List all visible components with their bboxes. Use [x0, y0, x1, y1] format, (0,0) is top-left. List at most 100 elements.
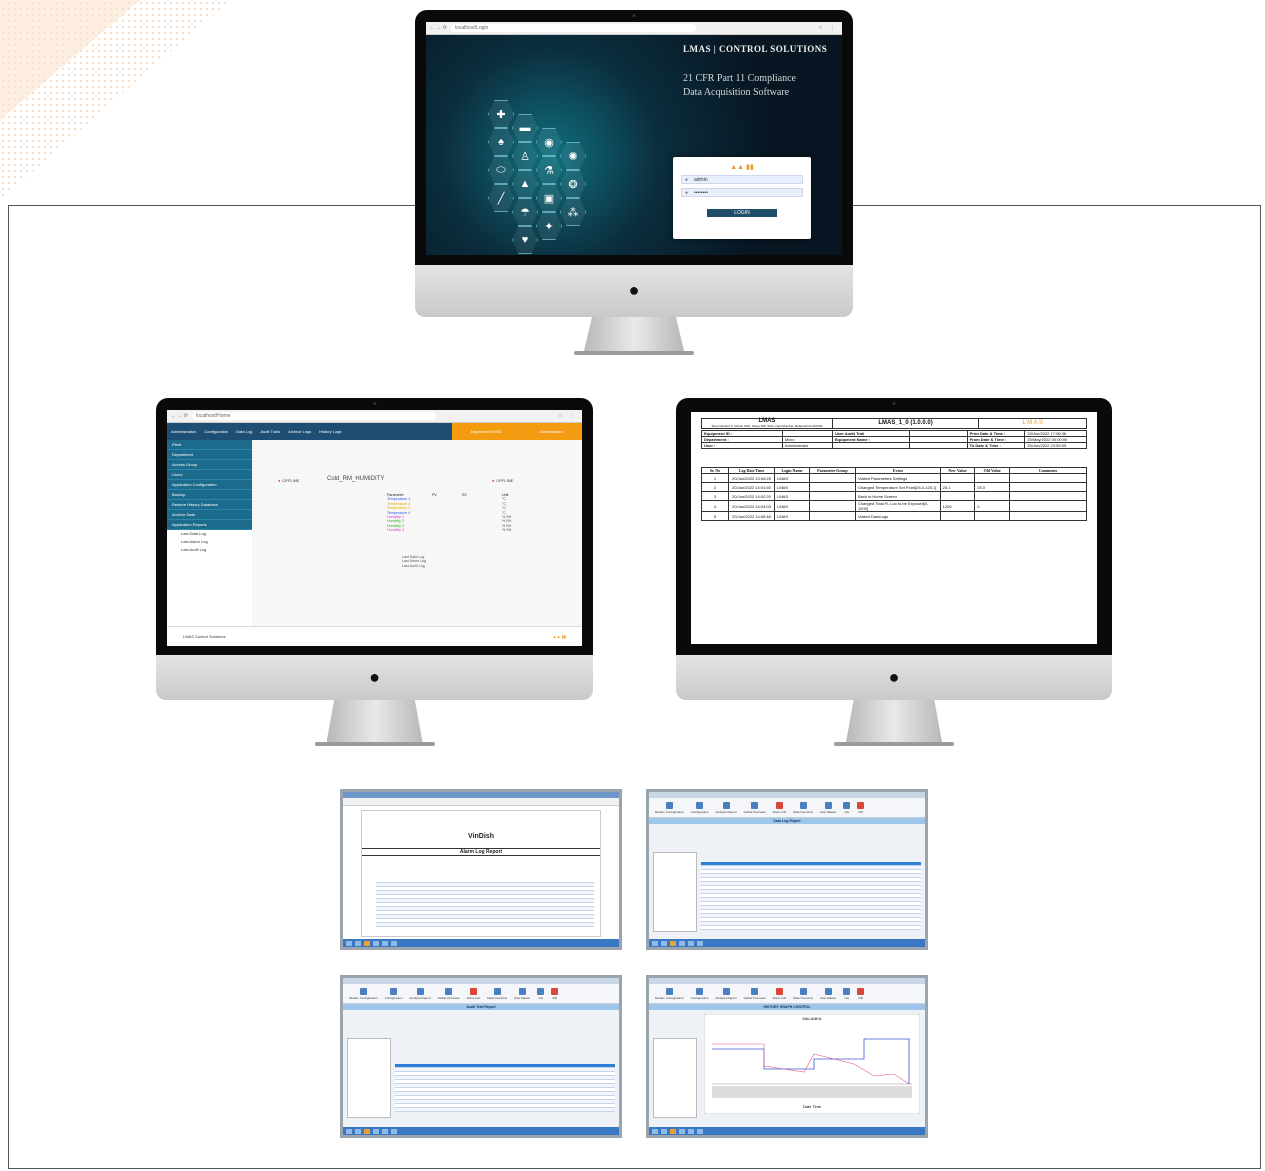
address-bar[interactable]: localhost/Login	[450, 24, 696, 32]
doctor-icon: ♙	[512, 142, 538, 170]
brand-title: LMAS | CONTROL SOLUTIONS	[683, 44, 828, 54]
nav-archive-logs[interactable]: Archive Logs	[288, 429, 311, 434]
audit-trail-title: Audit Trail Report	[343, 1004, 619, 1010]
capsule-icon: ⬭	[488, 156, 514, 184]
parameter-column: Parameter Temperature 1 Temperature 2 Te…	[387, 493, 411, 533]
first-aid-icon: ▣	[536, 184, 562, 212]
table-cell: Visited Parameters Settings	[854, 473, 941, 483]
alarm-rows	[376, 879, 594, 927]
screenshot-audit-trail: Modem Configuration Configuration Analys…	[340, 975, 622, 1138]
sidebar-item-app-config[interactable]: Application Configuration	[167, 480, 252, 490]
user-label[interactable]: Administrator	[540, 429, 564, 434]
nav-data-log[interactable]: Data Log	[236, 429, 252, 434]
data-log-rows	[701, 862, 921, 930]
table-cell: LMAS	[774, 482, 810, 492]
lmas-logo: L M A S	[978, 418, 1087, 429]
screenshot-alarm-log: VinDish Alarm Log Report	[340, 789, 622, 950]
table-cell	[808, 500, 856, 512]
nav-audit-trails[interactable]: Audit Trails	[260, 429, 280, 434]
table-cell	[939, 491, 976, 501]
browser-icons[interactable]: ☆ ⋮	[818, 25, 838, 31]
table-cell: 20/Jun/2022 14:01:50	[727, 482, 776, 492]
apple-logo-icon: ●	[369, 667, 380, 687]
table-cell: 20/Jun/2022 13:06:25	[727, 473, 776, 483]
sidebar-item-backup[interactable]: Backup	[167, 490, 252, 500]
pv-column: PV	[432, 493, 437, 497]
table-cell	[939, 511, 976, 521]
sidebar-item-department[interactable]: Department	[167, 450, 252, 460]
audit-trail-rows	[395, 1064, 615, 1112]
imac-dashboard: ← → ⟳ localhost/Home ☆ ⋮ Administration …	[156, 398, 593, 748]
table-cell	[808, 482, 856, 492]
table-cell: 1200	[939, 500, 976, 512]
flask-icon: ▲	[512, 170, 538, 198]
alarm-company: VinDish	[468, 833, 494, 840]
dashboard-footer: LMAS Control Solutions ▲▲ ▮▮	[167, 626, 582, 646]
lungs-icon: ♠	[488, 128, 514, 156]
browser-icons[interactable]: ☆ ⋮	[558, 413, 578, 419]
sidebar-item-plant[interactable]: Plant	[167, 440, 252, 450]
unit-column: Unit °C °C °C °C % RH % RH % RH % RH	[502, 493, 512, 533]
department-label[interactable]: Department 0001	[471, 429, 502, 434]
table-cell	[808, 511, 856, 521]
table-cell: LMAS	[774, 511, 810, 521]
login-card: ▲▲ ▮▮ admin •••••••• LOGIN	[673, 157, 811, 239]
lmas-logo: ▲▲ ▮▮	[552, 634, 566, 639]
username-field[interactable]: admin	[681, 175, 803, 184]
sidebar-sub-audit-log[interactable]: Last Audit Log	[167, 546, 252, 554]
table-cell: 5	[701, 511, 729, 521]
sidebar-item-access-group[interactable]: Access Group	[167, 460, 252, 470]
table-cell: 1	[701, 473, 729, 483]
nav-configuration[interactable]: Configuration	[204, 429, 228, 434]
apple-logo-icon: ●	[888, 667, 900, 687]
panel-title: Cold_RM_HUMIDITY	[327, 476, 385, 482]
imac-login: ← → ⟳ localhost/Login ☆ ⋮ ✚ ▬ ◉ ♠ ♙ ✺ ⬭ …	[415, 10, 853, 355]
table-cell	[808, 491, 856, 501]
table-cell: 20/Jun/2022 14:02:20	[727, 491, 776, 501]
history-graph-title: HISTORY GRAPH CONTROL	[649, 1004, 925, 1010]
table-row: 1 20/Jun/2022 13:06:25 LMAS Visited Paramet…	[701, 473, 1088, 483]
last-log-links: Last Data Log Last Alarm Log Last Audit …	[402, 555, 426, 568]
medical-hex-graphic: ✚ ▬ ◉ ♠ ♙ ✺ ⬭ ⚗ ▲ ❂ ╱ ▣ ☂ ⁂ ♥ ✦	[466, 82, 636, 255]
table-row: 4 20/Jun/2022 14:04:03 LMAS Changed Total F…	[701, 500, 1088, 512]
password-field[interactable]: ••••••••	[681, 188, 803, 197]
report-header-table: LMAS Shop Number 5, Ashish CHS, Street 5…	[701, 418, 1087, 429]
heart-icon: ♥	[512, 226, 538, 254]
table-cell: LMAS	[774, 491, 810, 501]
sidebar-item-reports[interactable]: Application Reports	[167, 520, 252, 530]
dna-icon: ⁂	[560, 198, 586, 226]
taskbar	[649, 1127, 925, 1135]
company-address: Shop Number 5, Ashish CHS, Street 520, S…	[711, 424, 823, 428]
nav-history-logs[interactable]: History Logs	[319, 429, 341, 434]
brand-tagline: 21 CFR Part 11 Compliance Data Acquisiti…	[683, 73, 796, 98]
table-row: 2 20/Jun/2022 14:01:50 LMAS Changed Tempera…	[701, 482, 1088, 492]
table-cell	[1008, 500, 1088, 512]
nav-icons[interactable]: ← → ⟳	[430, 25, 447, 31]
sidebar: Plant Department Access Group Users Appl…	[167, 440, 252, 626]
chart-title: MALANKA	[802, 1016, 821, 1021]
login-screen: ← → ⟳ localhost/Login ☆ ⋮ ✚ ▬ ◉ ♠ ♙ ✺ ⬭ …	[426, 22, 842, 255]
table-cell: 4	[701, 500, 729, 512]
sidebar-item-archive[interactable]: Archive Data	[167, 510, 252, 520]
imac-audit-report: LMAS Shop Number 5, Ashish CHS, Street 5…	[676, 398, 1112, 748]
last-audit-log[interactable]: Last Audit Log	[402, 564, 426, 568]
alarm-report-title: Alarm Log Report	[362, 848, 600, 856]
corner-pattern	[0, 0, 230, 200]
address-bar[interactable]: localhost/Home	[191, 412, 437, 420]
sidebar-item-restore[interactable]: Restore History Database	[167, 500, 252, 510]
table-cell: LMAS	[774, 473, 810, 483]
sidebar-sub-alarm-log[interactable]: Last Alarm Log	[167, 538, 252, 546]
status-badge: OFFLINE	[278, 478, 299, 483]
sidebar-item-users[interactable]: Users	[167, 470, 252, 480]
chart-xlabel: Date Time	[803, 1104, 822, 1109]
nav-icons[interactable]: ← → ⟳	[171, 413, 188, 419]
table-cell: 2	[701, 482, 729, 492]
umbrella-icon: ☂	[512, 198, 538, 226]
login-button[interactable]: LOGIN	[707, 209, 777, 217]
table-cell: Visited DataLogs	[854, 511, 941, 521]
sidebar-sub-data-log[interactable]: Last Data Log	[167, 530, 252, 538]
taskbar	[343, 1127, 619, 1135]
nav-administration[interactable]: Administration	[171, 429, 196, 434]
app-toolbar: Modem Configuration Configuration Analys…	[343, 984, 619, 1004]
taskbar	[649, 939, 925, 947]
